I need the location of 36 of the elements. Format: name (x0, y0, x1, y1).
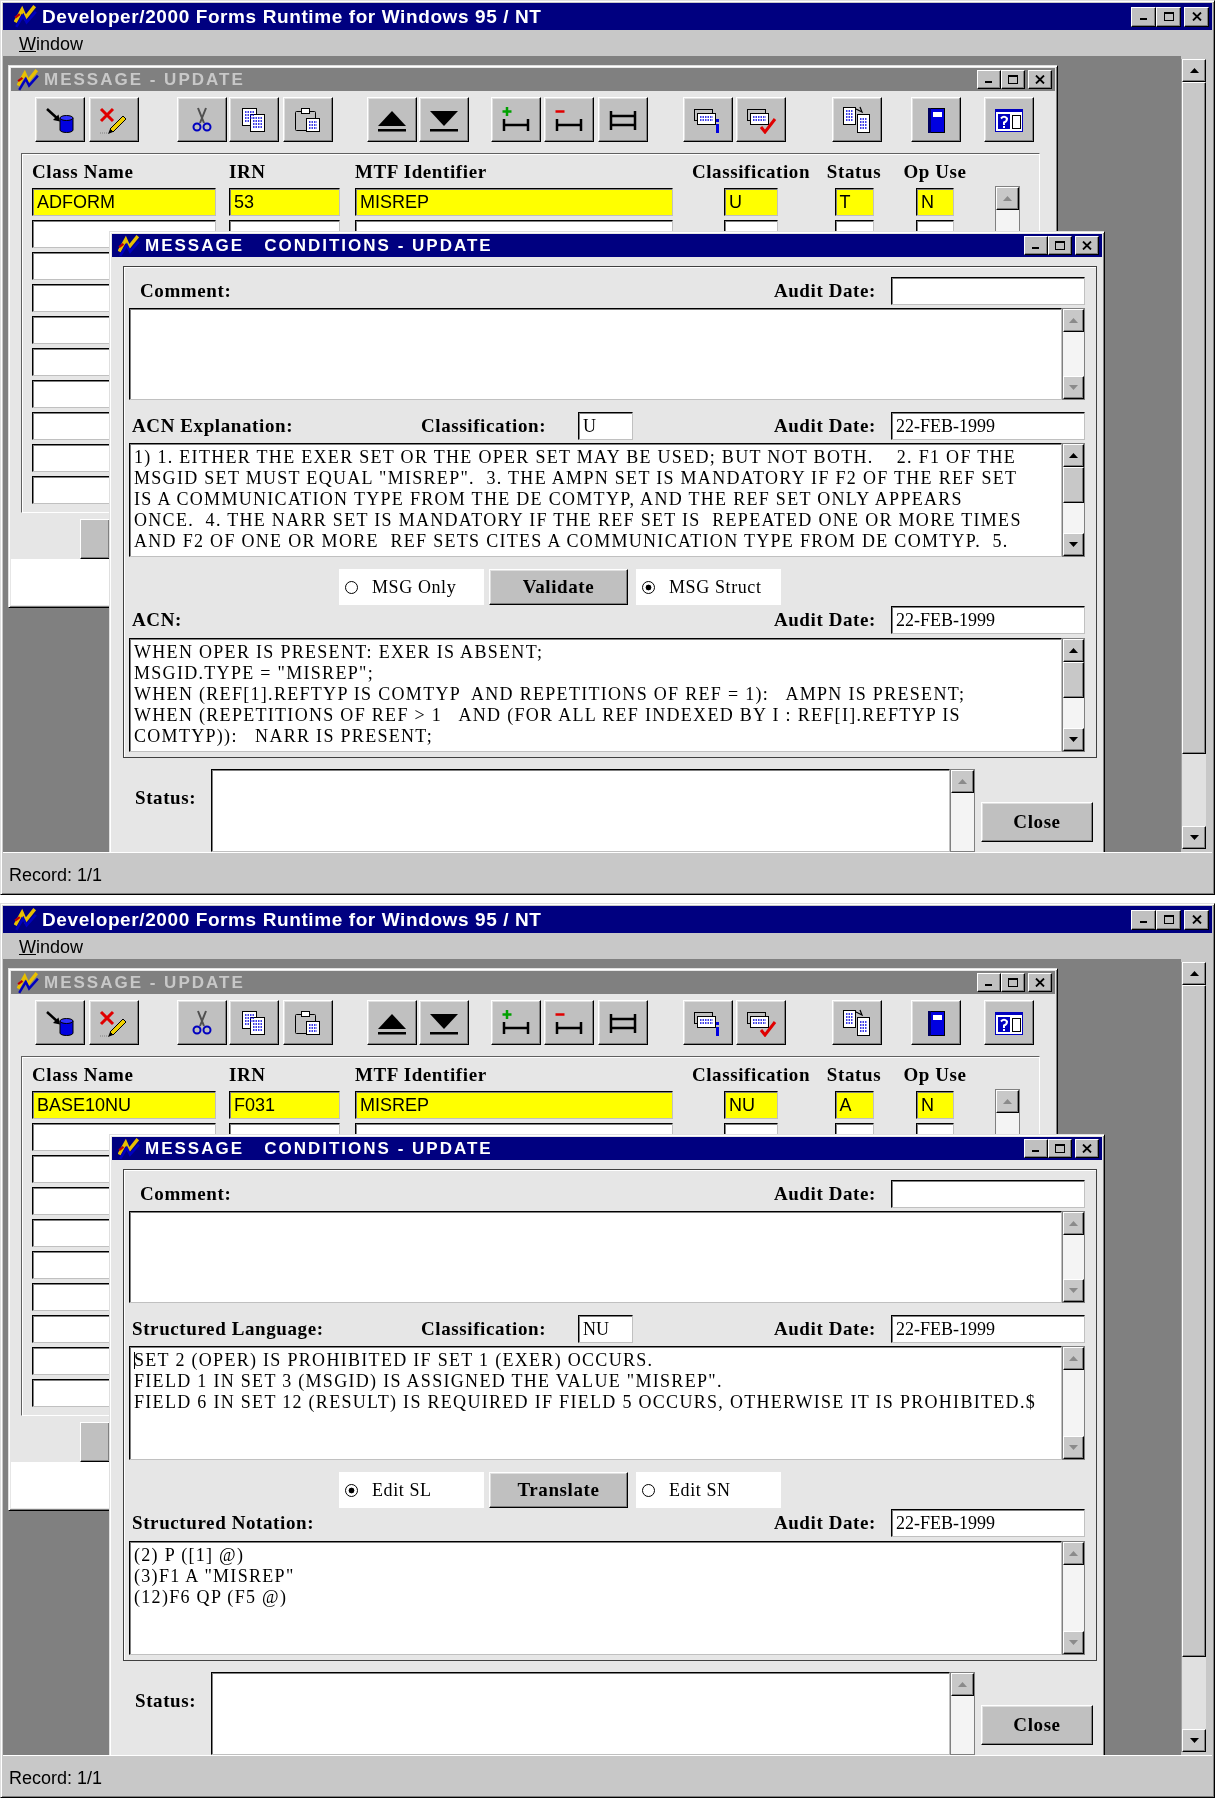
field-label: Status: (135, 1689, 198, 1712)
field-label: Audit Date: (773, 415, 876, 437)
column-header: MTF Identifier (355, 160, 487, 184)
field-label: Audit Date: (773, 1183, 876, 1205)
column-header: Class Name (32, 160, 134, 184)
field-label: Status: (135, 786, 198, 809)
column-header: Status (826, 1063, 882, 1087)
column-header: Classification (691, 1063, 811, 1087)
status-text: Record: 1/1 (9, 1768, 103, 1789)
window-title: MESSAGE CONDITIONS - UPDATE (145, 1138, 493, 1159)
window-title: MESSAGE - UPDATE (44, 972, 245, 993)
field-label: Classification: (421, 415, 548, 437)
field-label: Audit Date: (773, 1318, 876, 1340)
column-header: MTF Identifier (355, 1063, 487, 1087)
column-header: IRN (229, 160, 266, 184)
field-label: Comment: (139, 280, 233, 302)
column-header: Op Use (903, 1063, 967, 1087)
field-label: Comment: (139, 1183, 233, 1205)
field-label: Classification: (421, 1318, 548, 1340)
column-header: Class Name (32, 1063, 134, 1087)
window-title: MESSAGE CONDITIONS - UPDATE (145, 235, 493, 256)
window-title: MESSAGE - UPDATE (44, 69, 245, 90)
field-label: Structured Notation: (131, 1512, 316, 1534)
field-label: Audit Date: (773, 280, 876, 302)
field-label: Audit Date: (773, 609, 876, 631)
column-header: Op Use (903, 160, 967, 184)
window-title: Developer/2000 Forms Runtime for Windows 95 / NT (42, 908, 542, 931)
window-title: Developer/2000 Forms Runtime for Windows 95 / NT (42, 5, 542, 28)
column-header: Classification (691, 160, 811, 184)
column-header: Status (826, 160, 882, 184)
field-label: ACN: (131, 609, 183, 631)
field-label: Audit Date: (773, 1512, 876, 1534)
field-label: ACN Explanation: (131, 415, 295, 437)
status-text: Record: 1/1 (9, 865, 103, 886)
column-header: IRN (229, 1063, 266, 1087)
field-label: Structured Language: (131, 1318, 325, 1340)
